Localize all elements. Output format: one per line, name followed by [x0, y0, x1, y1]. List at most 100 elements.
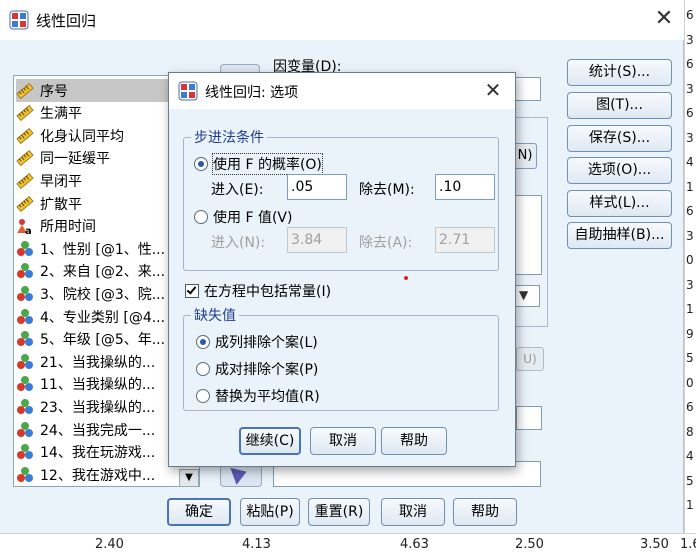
- include-constant-checkbox[interactable]: 在方程中包括常量(I): [185, 281, 331, 301]
- removal-a-input[interactable]: 2.71: [435, 227, 495, 253]
- background-cell: 3: [686, 228, 694, 243]
- ruler-icon: [16, 195, 34, 212]
- nominal-variable-icon: [17, 331, 33, 347]
- variable-label: 24、当我完成一...: [40, 422, 156, 439]
- style-button[interactable]: 样式(L)...: [567, 190, 672, 217]
- nominal-variable-icon: [17, 376, 33, 392]
- missing-values-title: 缺失值: [191, 305, 239, 325]
- variable-list-item[interactable]: 序号: [16, 79, 168, 102]
- background-cell: 4.13: [242, 537, 271, 552]
- ruler-icon: [16, 82, 34, 99]
- removal-label: 除去(M):: [359, 182, 415, 198]
- nominal-variable-icon: [17, 398, 33, 414]
- nominal-variable-icon: [17, 285, 33, 301]
- scroll-down-arrow-icon[interactable]: ▼: [179, 469, 199, 487]
- help-main-button[interactable]: 帮助: [453, 498, 517, 526]
- options-button[interactable]: 选项(O)...: [567, 157, 672, 184]
- nominal-variable-icon: [17, 466, 33, 482]
- main-title: 线性回归: [36, 12, 97, 30]
- nominal-variable-icon: [17, 308, 33, 324]
- cancel-button[interactable]: 取消: [310, 427, 376, 455]
- background-cell: 6: [686, 204, 694, 218]
- reset-button[interactable]: 重置(R): [308, 498, 370, 526]
- removal-input[interactable]: .10: [435, 174, 495, 200]
- plots-button[interactable]: 图(T)...: [567, 92, 672, 119]
- cursor-marker: [404, 276, 408, 280]
- ruler-icon: [16, 105, 34, 122]
- missing-listwise-radio[interactable]: 成列排除个案(L): [196, 332, 318, 352]
- ok-button[interactable]: 确定: [167, 498, 231, 526]
- nominal-variable-icon: [17, 263, 33, 279]
- block-next-button[interactable]: N): [513, 143, 537, 169]
- paste-button[interactable]: 粘贴(P): [240, 498, 300, 526]
- background-cell: 9: [686, 326, 694, 341]
- save-button[interactable]: 保存(S)...: [567, 125, 672, 152]
- spss-app-icon: [9, 10, 29, 30]
- rule-button[interactable]: U): [516, 347, 544, 371]
- options-title: 线性回归: 选项: [205, 85, 299, 101]
- background-cell: 1: [686, 498, 694, 512]
- removal-a-label: 除去(A):: [359, 235, 413, 251]
- background-cell: 3: [686, 81, 694, 96]
- background-cell: 2.40: [95, 537, 124, 552]
- entry-n-input[interactable]: 3.84: [287, 227, 347, 253]
- background-cell: 6: [686, 106, 694, 120]
- background-cell: 6: [686, 8, 694, 22]
- background-cell: 1: [686, 179, 694, 194]
- variable-label: 1、性别 [@1、性...: [40, 241, 166, 258]
- use-f-probability-radio[interactable]: 使用 F 的概率(O): [194, 153, 323, 175]
- ruler-icon: [16, 172, 34, 189]
- variable-label: 12、我在游戏中...: [40, 467, 156, 484]
- close-icon[interactable]: ✕: [481, 79, 505, 103]
- variable-label: 所用时间: [40, 219, 96, 236]
- ruler-icon: [16, 127, 34, 144]
- use-f-value-radio[interactable]: 使用 F 值(V): [194, 207, 292, 227]
- radio-unselected-icon: [196, 362, 210, 376]
- background-cell: 1.6: [680, 537, 696, 552]
- radio-selected-icon: [194, 157, 208, 171]
- background-data-row: 2.40 4.13 4.63 2.50 3.50 1.6: [0, 533, 696, 553]
- variable-label: 序号: [40, 83, 68, 100]
- background-cell: 3: [686, 130, 694, 145]
- cancel-main-button[interactable]: 取消: [381, 498, 445, 526]
- options-dialog: 线性回归: 选项 ✕ 步进法条件 使用 F 的概率(O) 进入(E): .05 …: [168, 72, 516, 467]
- main-title-bar: 线性回归 ✕: [0, 0, 684, 40]
- variable-label: 扩散平: [40, 196, 82, 213]
- background-cell: 5: [686, 351, 694, 365]
- variable-label: 化身认同平均: [40, 128, 124, 145]
- help-button[interactable]: 帮助: [381, 427, 447, 455]
- variable-label: 同一延缓平: [40, 151, 110, 168]
- checkbox-checked-icon: [185, 284, 199, 298]
- background-cell: 5: [686, 473, 694, 488]
- background-cell: 2.50: [515, 537, 544, 552]
- continue-button[interactable]: 继续(C): [239, 427, 301, 455]
- radio-unselected-icon: [194, 210, 208, 224]
- entry-input[interactable]: .05: [287, 174, 347, 200]
- spss-app-icon: [178, 81, 198, 101]
- variable-label: 3、院校 [@3、院...: [40, 286, 166, 303]
- variable-label: 2、来自 [@2、来...: [40, 264, 166, 281]
- background-cell: 6: [686, 57, 694, 71]
- bootstrap-button[interactable]: 自助抽样(B)...: [567, 222, 672, 249]
- close-icon[interactable]: ✕: [652, 8, 676, 32]
- statistics-button[interactable]: 统计(S)...: [567, 59, 672, 86]
- nominal-variable-icon: [17, 353, 33, 369]
- nominal-variable-icon: [17, 240, 33, 256]
- options-title-bar: 线性回归: 选项 ✕: [169, 73, 515, 109]
- variable-label: 生满平: [40, 106, 82, 123]
- variable-label: 5、年级 [@5、年...: [40, 332, 166, 349]
- variable-label: 11、当我操纵的...: [40, 377, 156, 394]
- svg-text:a: a: [25, 226, 32, 235]
- missing-mean-radio[interactable]: 替换为平均值(R): [196, 386, 320, 406]
- variable-label: 14、我在玩游戏...: [40, 445, 156, 462]
- entry-label: 进入(E):: [211, 182, 264, 198]
- independent-field[interactable]: [514, 195, 542, 275]
- radio-unselected-icon: [196, 389, 210, 403]
- background-cell: 4: [686, 155, 694, 169]
- nominal-variable-icon: [17, 444, 33, 460]
- ruler-icon: [16, 150, 34, 167]
- case-label-field[interactable]: [516, 406, 542, 430]
- variable-label: 4、专业类别 [@4...: [40, 309, 166, 326]
- background-cell: 0: [686, 375, 694, 390]
- missing-pairwise-radio[interactable]: 成对排除个案(P): [196, 359, 318, 379]
